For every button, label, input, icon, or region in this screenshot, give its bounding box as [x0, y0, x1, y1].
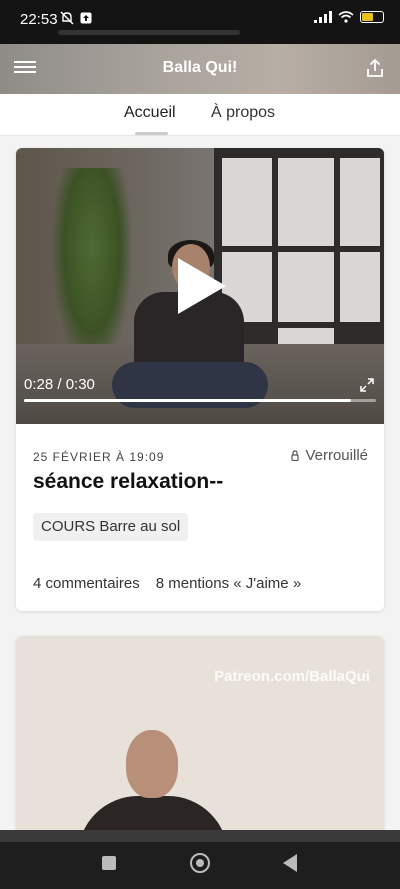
status-notch — [58, 30, 240, 35]
system-nav-bar — [0, 830, 400, 889]
battery-level — [362, 13, 374, 21]
back-triangle-icon[interactable] — [283, 854, 297, 872]
home-circle-icon[interactable] — [190, 853, 210, 873]
tab-accueil[interactable]: Accueil — [124, 104, 176, 122]
video-scene-person-head — [126, 730, 178, 798]
recents-square-icon[interactable] — [102, 856, 116, 870]
bell-off-icon — [60, 11, 74, 25]
post-feed[interactable]: 0:28 / 0:30 25 FÉVRIER À 19:09 Verrouill… — [0, 136, 400, 830]
video-progress-fill — [24, 399, 352, 402]
post-tag[interactable]: COURS Barre au sol — [33, 513, 189, 541]
comments-link[interactable]: 4 commentaires — [33, 575, 140, 592]
post-date: 25 FÉVRIER À 19:09 — [33, 450, 165, 464]
nav-bar-edge — [0, 830, 400, 842]
video-timestamp: 0:28 / 0:30 — [24, 376, 95, 393]
page-title: Balla Qui! — [162, 59, 238, 76]
status-bar: 22:53 — [0, 0, 400, 44]
video-scene-person-body — [78, 796, 228, 830]
post-stats: 4 commentaires 8 mentions « J'aime » — [33, 575, 301, 592]
lock-status: Verrouillé — [291, 447, 368, 464]
tab-bar: Accueil À propos — [0, 94, 400, 136]
upload-notification-icon — [80, 12, 92, 24]
status-time: 22:53 — [20, 11, 58, 28]
tab-a-propos[interactable]: À propos — [211, 104, 275, 122]
active-tab-indicator — [135, 132, 168, 135]
post-title[interactable]: séance relaxation-- — [33, 470, 223, 494]
video-player[interactable]: 0:28 / 0:30 — [16, 148, 384, 424]
lock-label: Verrouillé — [305, 447, 368, 464]
play-icon[interactable] — [174, 256, 228, 316]
wifi-icon — [338, 11, 354, 23]
signal-icon — [314, 11, 332, 23]
battery-icon — [360, 11, 384, 23]
post-card[interactable]: 0:28 / 0:30 25 FÉVRIER À 19:09 Verrouill… — [16, 148, 384, 611]
post-card-preview[interactable]: Patreon.com/BallaQui — [16, 636, 384, 830]
status-right-icons — [314, 11, 384, 23]
likes-link[interactable]: 8 mentions « J'aime » — [156, 575, 301, 592]
share-icon[interactable] — [364, 57, 386, 79]
app-header: Balla Qui! — [0, 44, 400, 94]
video-watermark: Patreon.com/BallaQui — [214, 668, 370, 685]
lock-icon — [291, 450, 300, 461]
fullscreen-icon[interactable] — [360, 378, 374, 392]
video-progress-bar[interactable] — [24, 399, 376, 402]
status-left-icons — [60, 11, 92, 25]
